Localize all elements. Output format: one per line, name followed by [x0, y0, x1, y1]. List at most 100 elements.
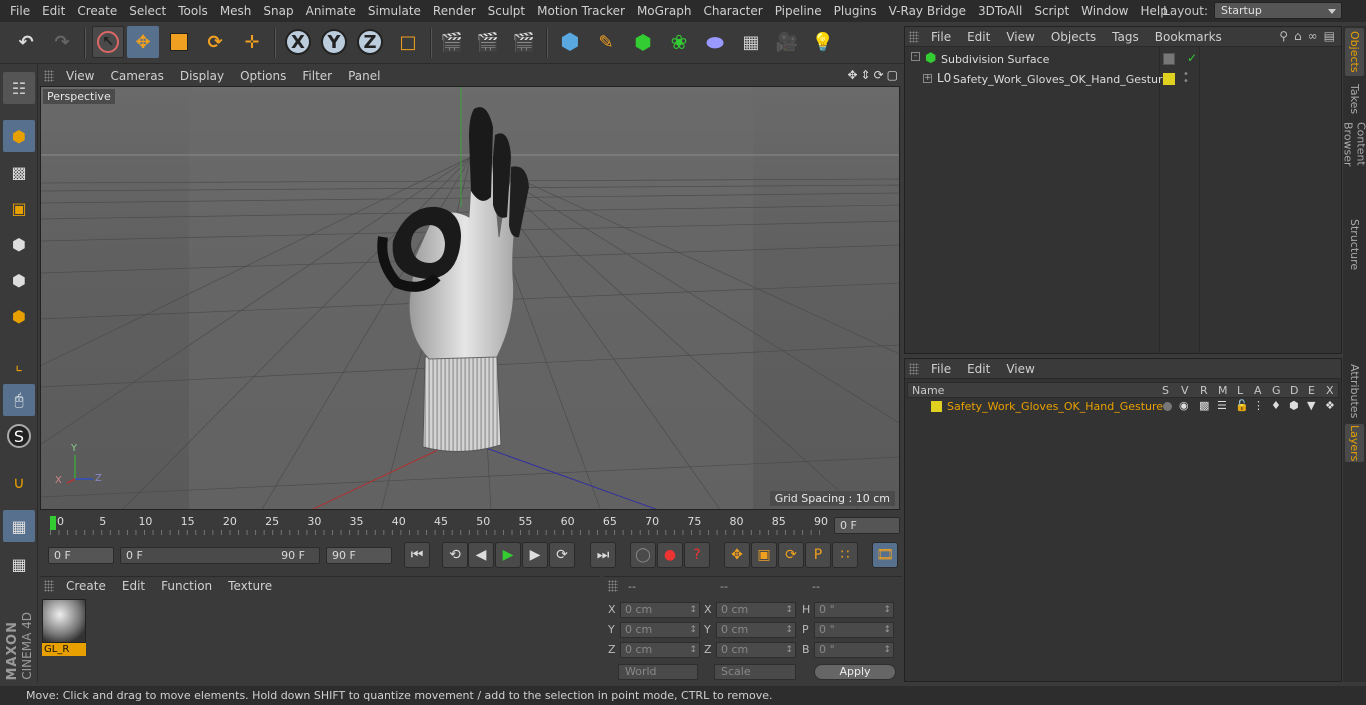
floor-scene-icon[interactable]: ▦ — [735, 26, 767, 58]
coord-system-dropdown[interactable]: World — [618, 664, 698, 680]
objmgr-menu-view[interactable]: View — [998, 30, 1042, 44]
pen-spline-icon[interactable]: ✎ — [590, 26, 622, 58]
generator-toggle-icon[interactable] — [1163, 53, 1175, 65]
locked-workplane-icon[interactable]: ▦ — [3, 548, 35, 580]
menu-sculpt[interactable]: Sculpt — [482, 4, 531, 18]
pos-x-field[interactable]: 0 cm — [620, 602, 700, 618]
cloner-icon[interactable]: ❀ — [663, 26, 695, 58]
frame-range-slider[interactable]: 0 F 90 F — [120, 547, 320, 564]
scale-mode-dropdown[interactable]: Scale — [714, 664, 796, 680]
panel-grip-icon[interactable] — [44, 580, 54, 592]
current-frame-field[interactable]: 0 F — [834, 517, 900, 534]
layermgr-menu-edit[interactable]: Edit — [959, 362, 998, 376]
layer-solo-icon[interactable] — [1163, 402, 1172, 411]
menu-script[interactable]: Script — [1028, 4, 1075, 18]
menu-file[interactable]: File — [4, 4, 36, 18]
objmgr-menu-tags[interactable]: Tags — [1104, 30, 1147, 44]
menu-plugins[interactable]: Plugins — [828, 4, 883, 18]
model-mode-icon[interactable]: ⬢ — [3, 120, 35, 152]
material-swatch[interactable]: GL_R — [42, 599, 86, 657]
col-deformers[interactable]: D — [1290, 384, 1298, 397]
panel-grip-icon[interactable] — [44, 70, 54, 82]
layout-dropdown[interactable]: Startup — [1214, 2, 1342, 19]
objmgr-menu-objects[interactable]: Objects — [1043, 30, 1104, 44]
enabled-check-icon[interactable]: ✓ — [1187, 51, 1197, 65]
search-icon[interactable]: ⚲ — [1279, 29, 1288, 43]
render-view-icon[interactable]: 🎬 — [436, 26, 468, 58]
layer-row[interactable]: Safety_Work_Gloves_OK_Hand_Gesture ◉ ▩ ☰… — [907, 399, 1339, 415]
key-position-icon[interactable]: ✥ — [724, 542, 750, 568]
panel-grip-icon[interactable] — [608, 580, 618, 592]
snapping-icon[interactable]: ∪ — [3, 466, 35, 498]
col-expressions[interactable]: E — [1308, 384, 1315, 397]
layer-generators-icon[interactable]: ♦ — [1271, 399, 1281, 412]
next-keyframe-icon[interactable]: ⟳ — [549, 542, 575, 568]
y-axis-lock-icon[interactable]: Y — [318, 26, 350, 58]
viewport-menu-filter[interactable]: Filter — [294, 69, 340, 83]
pos-z-field[interactable]: 0 cm — [620, 642, 700, 658]
playhead[interactable] — [50, 516, 56, 530]
cube-primitive-icon[interactable]: ⬢ — [554, 26, 586, 58]
size-y-field[interactable]: 0 cm — [716, 622, 796, 638]
object-row[interactable]: - ⬢ Subdivision Surface ✓ — [909, 51, 1339, 69]
col-generators[interactable]: G — [1272, 384, 1281, 397]
menu-3dtoall[interactable]: 3DToAll — [972, 4, 1028, 18]
layer-render-icon[interactable]: ▩ — [1199, 399, 1209, 412]
coordinate-system-icon[interactable]: □ — [392, 26, 424, 58]
expand-toggle-icon[interactable]: + — [923, 74, 932, 83]
rot-h-field[interactable]: 0 ° — [814, 602, 894, 618]
new-window-icon[interactable]: ▤ — [1324, 29, 1335, 43]
redo-icon[interactable]: ↷ — [46, 26, 78, 58]
keyframe-selection-icon[interactable]: ? — [684, 542, 710, 568]
tab-objects[interactable]: Objects — [1345, 28, 1364, 76]
menu-motion-tracker[interactable]: Motion Tracker — [531, 4, 631, 18]
menu-tools[interactable]: Tools — [172, 4, 214, 18]
viewport-menu-panel[interactable]: Panel — [340, 69, 388, 83]
key-point-level-icon[interactable]: ∷ — [832, 542, 858, 568]
x-axis-lock-icon[interactable]: X — [282, 26, 314, 58]
start-frame-field[interactable]: 0 F — [48, 547, 114, 564]
scale-tool-icon[interactable] — [163, 26, 195, 58]
end-frame-field[interactable]: 90 F — [326, 547, 392, 564]
menu-pipeline[interactable]: Pipeline — [769, 4, 828, 18]
col-visible[interactable]: V — [1181, 384, 1189, 397]
menu-mograph[interactable]: MoGraph — [631, 4, 698, 18]
rotate-tool-icon[interactable]: ⟳ — [199, 26, 231, 58]
dolly-icon[interactable]: ⇕ — [861, 68, 871, 82]
layer-animation-icon[interactable]: ⋮ — [1253, 399, 1264, 412]
maximize-view-icon[interactable]: ▢ — [887, 68, 898, 82]
col-locked[interactable]: L — [1237, 384, 1243, 397]
deformer-icon[interactable]: ⬬ — [699, 26, 731, 58]
menu-create[interactable]: Create — [71, 4, 123, 18]
layer-deformers-icon[interactable]: ⬢ — [1289, 399, 1299, 412]
play-icon[interactable]: ▶ — [495, 542, 521, 568]
previous-keyframe-icon[interactable]: ⟲ — [442, 542, 468, 568]
menu-character[interactable]: Character — [697, 4, 768, 18]
timeline-ruler[interactable]: 0 5 10 15 20 25 30 35 40 45 50 55 60 65 70 75 80 85 90 0 F — [40, 512, 900, 536]
key-scale-icon[interactable]: ▣ — [751, 542, 777, 568]
orbit-icon[interactable]: ⟳ — [874, 68, 884, 82]
pos-y-field[interactable]: 0 cm — [620, 622, 700, 638]
menu-select[interactable]: Select — [123, 4, 172, 18]
transform-tool-icon[interactable]: ✛ — [236, 26, 268, 58]
material-menu-texture[interactable]: Texture — [220, 579, 280, 593]
tab-takes[interactable]: Takes — [1345, 82, 1364, 116]
menu-window[interactable]: Window — [1075, 4, 1134, 18]
material-name[interactable]: GL_R — [42, 643, 86, 656]
layermgr-menu-file[interactable]: File — [923, 362, 959, 376]
layermgr-menu-view[interactable]: View — [998, 362, 1042, 376]
viewport-menu-view[interactable]: View — [58, 69, 102, 83]
points-mode-icon[interactable]: ⬢ — [3, 228, 35, 260]
visibility-dots-icon[interactable]: • • — [1183, 70, 1189, 87]
key-parameter-icon[interactable]: P — [805, 542, 831, 568]
tab-structure[interactable]: Structure — [1345, 219, 1364, 270]
size-x-field[interactable]: 0 cm — [716, 602, 796, 618]
rot-b-field[interactable]: 0 ° — [814, 642, 894, 658]
object-name[interactable]: Subdivision Surface — [941, 53, 1049, 66]
z-axis-lock-icon[interactable]: Z — [354, 26, 386, 58]
material-menu-create[interactable]: Create — [58, 579, 114, 593]
layer-name[interactable]: Safety_Work_Gloves_OK_Hand_Gesture — [947, 400, 1163, 413]
menu-simulate[interactable]: Simulate — [362, 4, 427, 18]
menu-mesh[interactable]: Mesh — [214, 4, 258, 18]
layer-xref-icon[interactable]: ❖ — [1325, 399, 1335, 412]
